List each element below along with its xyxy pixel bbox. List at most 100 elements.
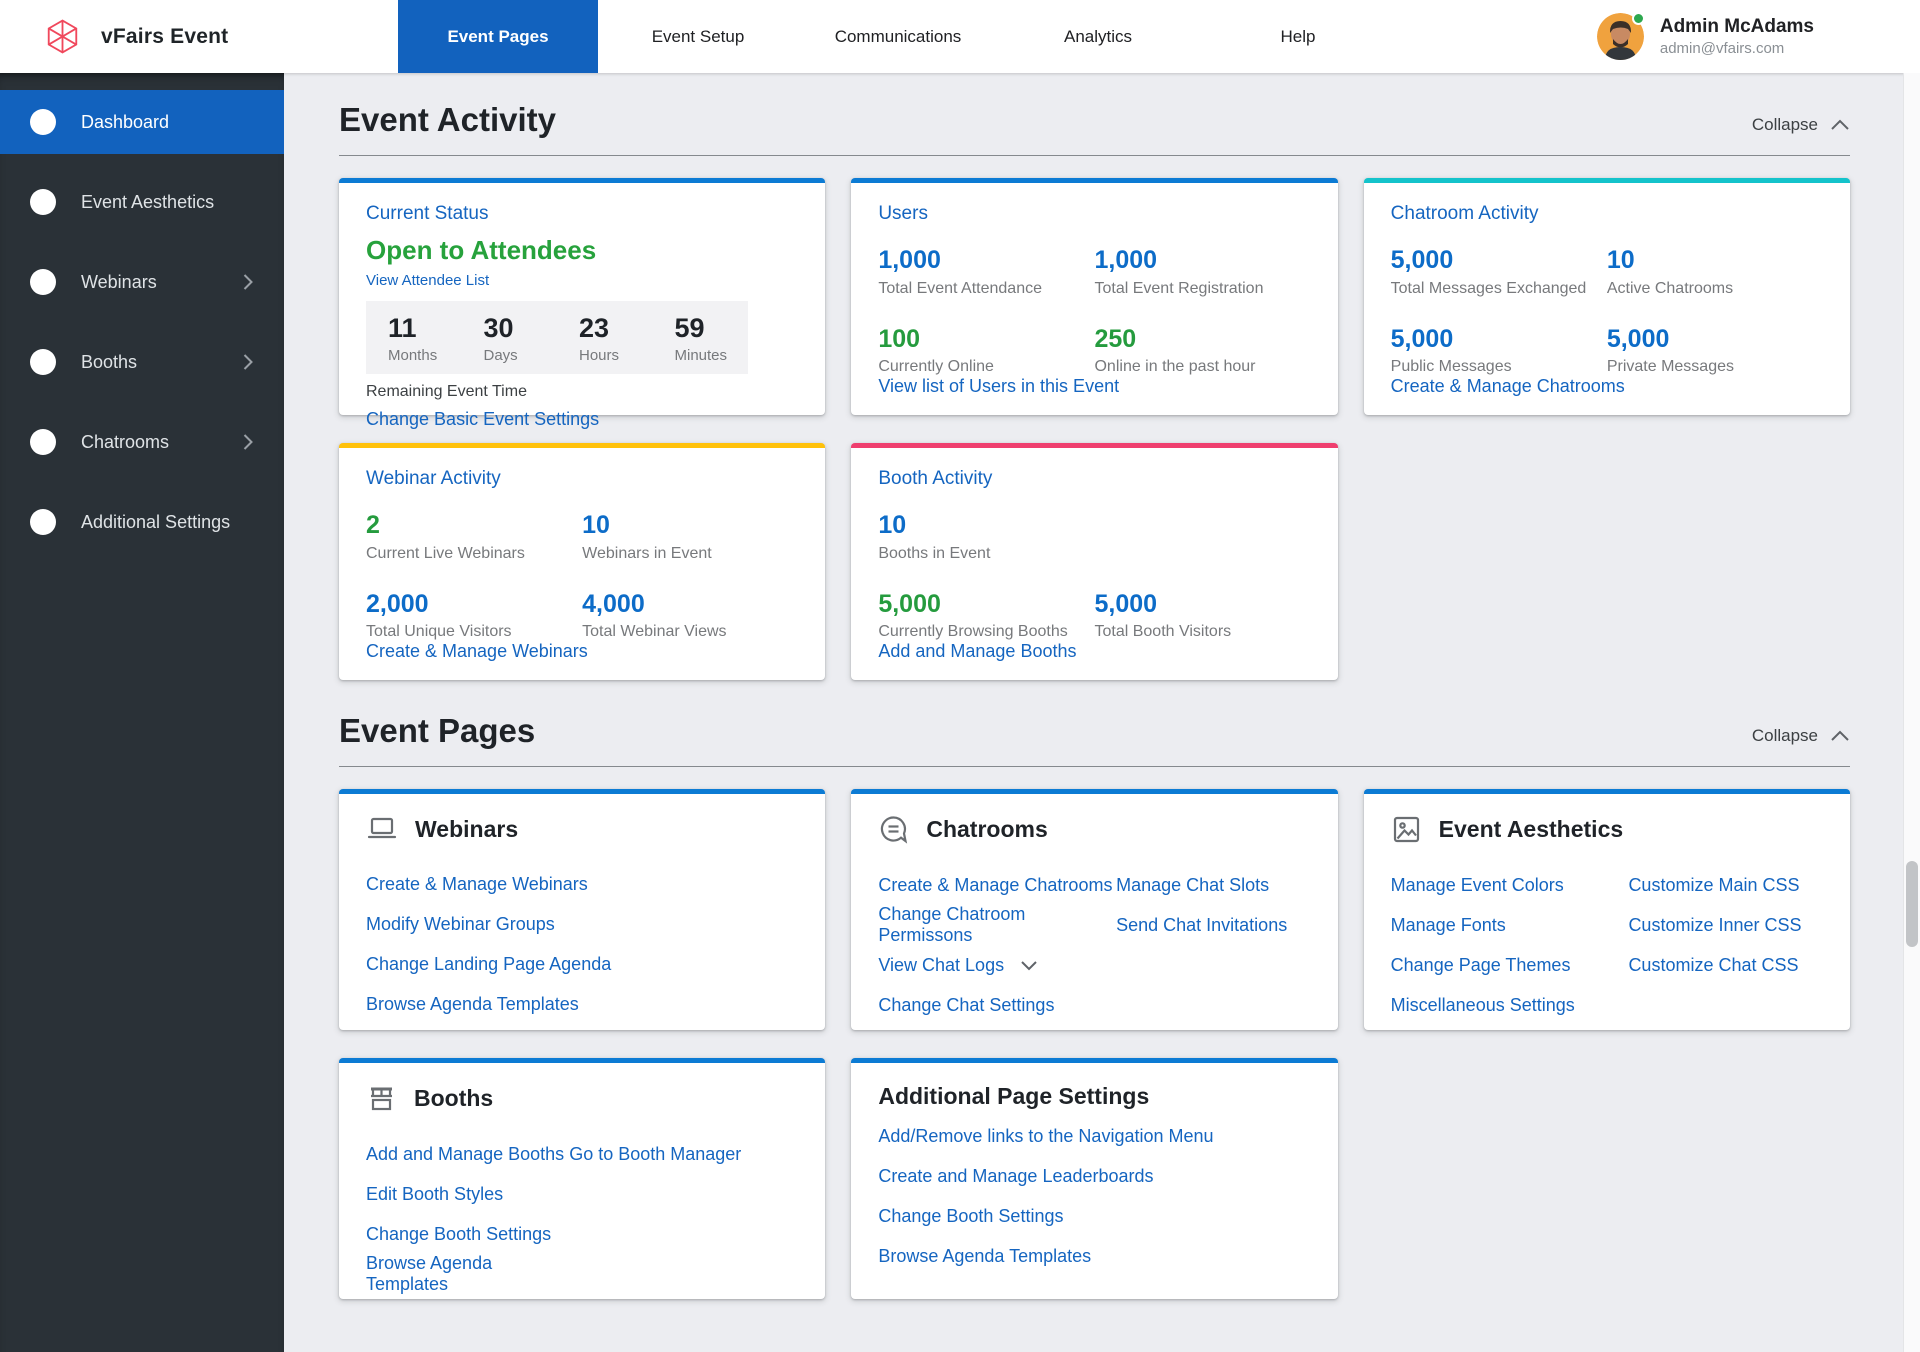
card-header: Webinars	[366, 814, 798, 844]
links: Add/Remove links to the Navigation Menu …	[878, 1116, 1310, 1276]
add-manage-booths-link[interactable]: Add and Manage Booths	[878, 641, 1076, 662]
stat-value: 5,000	[1391, 247, 1607, 275]
create-manage-webinars-link[interactable]: Create & Manage Webinars	[366, 864, 798, 904]
brand-title: vFairs Event	[101, 25, 228, 49]
miscellaneous-settings-link[interactable]: Miscellaneous Settings	[1391, 985, 1629, 1025]
stat-label: Total Event Attendance	[878, 280, 1094, 298]
edit-booth-styles-link[interactable]: Edit Booth Styles	[366, 1174, 569, 1214]
user-menu[interactable]: Admin McAdams admin@vfairs.com	[1597, 0, 1814, 73]
view-users-list-link[interactable]: View list of Users in this Event	[878, 376, 1119, 397]
card-header: Event Aesthetics	[1391, 814, 1823, 845]
countdown-caption: Remaining Event Time	[366, 383, 798, 401]
collapse-label: Collapse	[1752, 115, 1818, 135]
go-to-booth-manager-link[interactable]: Go to Booth Manager	[569, 1134, 798, 1174]
countdown-unit: Hours	[579, 347, 653, 364]
view-chat-logs-link[interactable]: View Chat Logs	[878, 945, 1116, 985]
online-status-dot	[1632, 12, 1645, 25]
tab-communications[interactable]: Communications	[798, 0, 998, 73]
stat-total-registration: 1,000 Total Event Registration	[1094, 247, 1310, 298]
tab-help[interactable]: Help	[1198, 0, 1398, 73]
empty-grid-cell	[1364, 443, 1850, 680]
event-activity-collapse-button[interactable]: Collapse	[1752, 115, 1850, 139]
countdown-hours: 23 Hours	[557, 313, 653, 364]
stat-private-messages: 5,000 Private Messages	[1607, 326, 1823, 377]
change-landing-page-agenda-link[interactable]: Change Landing Page Agenda	[366, 944, 798, 984]
sidebar-item-webinars[interactable]: Webinars	[0, 250, 284, 314]
card-title: Additional Page Settings	[878, 1083, 1149, 1110]
change-booth-settings-link[interactable]: Change Booth Settings	[366, 1214, 569, 1254]
customize-chat-css-link[interactable]: Customize Chat CSS	[1628, 945, 1823, 985]
tab-analytics[interactable]: Analytics	[998, 0, 1198, 73]
tab-event-pages[interactable]: Event Pages	[398, 0, 598, 73]
brand: vFairs Event	[0, 0, 284, 73]
manage-chat-slots-link[interactable]: Manage Chat Slots	[1116, 865, 1311, 905]
change-chat-settings-link[interactable]: Change Chat Settings	[878, 985, 1116, 1025]
booth-activity-card: Booth Activity 10 Booths in Event 5,000 …	[851, 443, 1337, 680]
stat-label: Currently Online	[878, 358, 1094, 376]
chevron-right-icon	[242, 273, 254, 291]
send-chat-invitations-link[interactable]: Send Chat Invitations	[1116, 905, 1311, 945]
customize-inner-css-link[interactable]: Customize Inner CSS	[1628, 905, 1823, 945]
card-title: Event Aesthetics	[1439, 816, 1624, 843]
change-booth-settings-link[interactable]: Change Booth Settings	[878, 1196, 1310, 1236]
chatrooms-page-card: Chatrooms Create & Manage Chatrooms Chan…	[851, 789, 1337, 1030]
webinars-page-card: Webinars Create & Manage Webinars Modify…	[339, 789, 825, 1030]
stat-total-unique-visitors: 2,000 Total Unique Visitors	[366, 591, 582, 642]
countdown-unit: Days	[484, 347, 558, 364]
change-basic-event-settings-link[interactable]: Change Basic Event Settings	[366, 409, 599, 430]
top-navbar: vFairs Event Event Pages Event Setup Com…	[0, 0, 1920, 73]
add-remove-nav-links-link[interactable]: Add/Remove links to the Navigation Menu	[878, 1116, 1310, 1156]
modify-webinar-groups-link[interactable]: Modify Webinar Groups	[366, 904, 798, 944]
chatroom-stats: 5,000 Total Messages Exchanged 10 Active…	[1391, 247, 1823, 376]
add-manage-booths-link[interactable]: Add and Manage Booths	[366, 1134, 569, 1174]
user-email: admin@vfairs.com	[1660, 39, 1814, 59]
create-manage-webinars-link[interactable]: Create & Manage Webinars	[366, 641, 588, 662]
browse-agenda-templates-link[interactable]: Browse Agenda Templates	[878, 1236, 1310, 1276]
current-status-card: Current Status Open to Attendees View At…	[339, 178, 825, 415]
links: Create & Manage Chatrooms Change Chatroo…	[878, 865, 1310, 1025]
customize-main-css-link[interactable]: Customize Main CSS	[1628, 865, 1823, 905]
stat-webinars-in-event: 10 Webinars in Event	[582, 512, 798, 563]
manage-event-colors-link[interactable]: Manage Event Colors	[1391, 865, 1629, 905]
tab-event-setup[interactable]: Event Setup	[598, 0, 798, 73]
create-manage-leaderboards-link[interactable]: Create and Manage Leaderboards	[878, 1156, 1310, 1196]
sidebar: Dashboard Event Aesthetics Webinars Boot…	[0, 73, 284, 1352]
stat-label: Current Live Webinars	[366, 545, 582, 563]
stat-total-messages: 5,000 Total Messages Exchanged	[1391, 247, 1607, 298]
sidebar-item-label: Booths	[81, 352, 137, 373]
sidebar-item-booths[interactable]: Booths	[0, 330, 284, 394]
additional-settings-bullet-icon	[30, 509, 56, 535]
link-label: View Chat Logs	[878, 955, 1004, 976]
view-attendee-list-link[interactable]: View Attendee List	[366, 272, 489, 289]
sidebar-item-event-aesthetics[interactable]: Event Aesthetics	[0, 170, 284, 234]
event-countdown: 11 Months 30 Days 23 Hours 59 Minutes	[366, 301, 748, 374]
create-manage-chatrooms-link[interactable]: Create & Manage Chatrooms	[878, 865, 1116, 905]
empty-grid-cell	[1364, 1058, 1850, 1299]
links: Create & Manage Webinars Modify Webinar …	[366, 864, 798, 1024]
stat-public-messages: 5,000 Public Messages	[1391, 326, 1607, 377]
change-chatroom-permissions-link[interactable]: Change Chatroom Permissons	[878, 905, 1116, 945]
stat-label: Online in the past hour	[1094, 358, 1310, 376]
event-pages-cards: Webinars Create & Manage Webinars Modify…	[339, 789, 1850, 1299]
stat-value: 5,000	[1607, 326, 1823, 354]
stat-label: Public Messages	[1391, 358, 1607, 376]
browse-agenda-templates-link[interactable]: Browse Agenda Templates	[366, 984, 798, 1024]
sidebar-item-dashboard[interactable]: Dashboard	[0, 90, 284, 154]
vfairs-logo-icon	[44, 18, 81, 55]
create-manage-chatrooms-link[interactable]: Create & Manage Chatrooms	[1391, 376, 1625, 397]
change-page-themes-link[interactable]: Change Page Themes	[1391, 945, 1629, 985]
event-pages-collapse-button[interactable]: Collapse	[1752, 726, 1850, 750]
sidebar-item-additional-settings[interactable]: Additional Settings	[0, 490, 284, 554]
chatroom-activity-card: Chatroom Activity 5,000 Total Messages E…	[1364, 178, 1850, 415]
card-header: Chatrooms	[878, 814, 1310, 845]
browse-agenda-templates-link[interactable]: Browse Agenda Templates	[366, 1254, 569, 1294]
event-aesthetics-bullet-icon	[30, 189, 56, 215]
scrollbar-thumb[interactable]	[1906, 861, 1918, 947]
sidebar-item-label: Additional Settings	[81, 512, 230, 533]
stat-value: 5,000	[1094, 591, 1310, 619]
stat-value: 10	[878, 512, 1094, 540]
sidebar-item-chatrooms[interactable]: Chatrooms	[0, 410, 284, 474]
scrollbar[interactable]	[1903, 73, 1920, 1352]
manage-fonts-link[interactable]: Manage Fonts	[1391, 905, 1629, 945]
stat-value: 5,000	[878, 591, 1094, 619]
